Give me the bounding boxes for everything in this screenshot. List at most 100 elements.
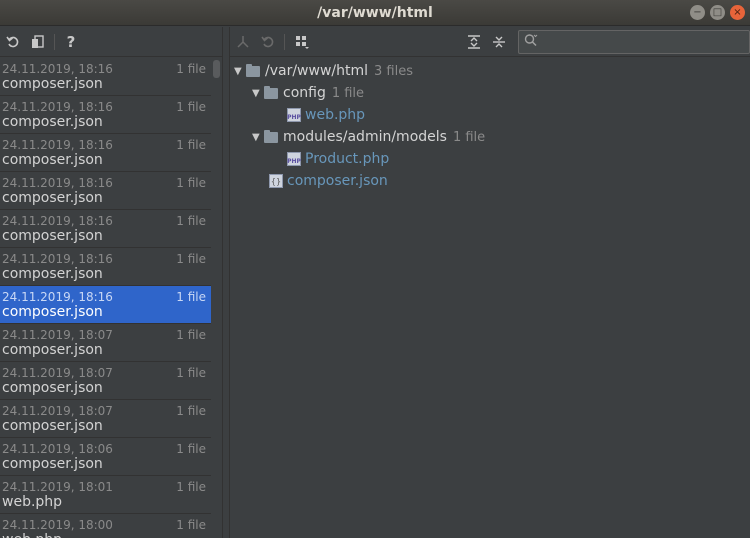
tree-file-product-php[interactable]: PHP Product.php: [287, 148, 389, 170]
tree-toolbar: [230, 27, 750, 57]
tree-node-count: 3 files: [374, 63, 413, 79]
history-row-date: 24.11.2019, 18:16: [2, 100, 113, 114]
history-toolbar: ?: [0, 27, 222, 57]
create-patch-button[interactable]: [28, 32, 48, 52]
search-input[interactable]: [545, 33, 745, 51]
history-row[interactable]: 24.11.2019, 18:16 1 file composer.json: [0, 58, 211, 96]
history-list[interactable]: 24.11.2019, 18:16 1 file composer.json 24.1…: [0, 58, 211, 538]
history-row-count: 1 file: [176, 366, 206, 380]
title-bar: /var/www/html − □ ×: [0, 0, 750, 26]
expand-arrow-icon[interactable]: ▼: [252, 88, 264, 99]
history-row-count: 1 file: [176, 176, 206, 190]
php-file-icon: PHP: [287, 108, 301, 122]
search-icon: [524, 33, 538, 51]
panel-splitter[interactable]: [222, 27, 230, 538]
help-button[interactable]: ?: [61, 32, 81, 52]
undo-icon: [261, 36, 274, 48]
php-file-icon: PHP: [287, 152, 301, 166]
history-row-filename: composer.json: [2, 76, 103, 92]
tree-node-count: 1 file: [331, 85, 365, 101]
history-row[interactable]: 24.11.2019, 18:16 1 file composer.json: [0, 248, 211, 286]
tree-node-label: /var/www/html: [265, 63, 369, 79]
history-row-filename: web.php: [2, 494, 63, 510]
history-row-date: 24.11.2019, 18:06: [2, 442, 113, 456]
history-row-count: 1 file: [176, 214, 206, 228]
maximize-button[interactable]: □: [710, 5, 725, 20]
history-row-date: 24.11.2019, 18:16: [2, 176, 113, 190]
history-row[interactable]: 24.11.2019, 18:07 1 file composer.json: [0, 324, 211, 362]
expand-arrow-icon[interactable]: ▼: [252, 132, 264, 143]
history-row[interactable]: 24.11.2019, 18:16 1 file composer.json: [0, 210, 211, 248]
history-row-filename: composer.json: [2, 380, 103, 396]
folder-icon: [246, 63, 260, 77]
tree-node-config[interactable]: ▼ config 1 file: [252, 82, 364, 104]
history-row-filename: web.php: [2, 532, 62, 538]
expand-arrow-icon[interactable]: ▼: [234, 66, 246, 77]
merge-icon: [237, 36, 249, 48]
history-row-count: 1 file: [176, 100, 206, 114]
history-row[interactable]: 24.11.2019, 18:16 1 file composer.json: [0, 96, 211, 134]
close-button[interactable]: ×: [730, 5, 745, 20]
tree-node-count: 1 file: [452, 129, 486, 145]
revert-selected-button[interactable]: [258, 32, 278, 52]
history-row[interactable]: 24.11.2019, 18:16 1 file composer.json: [0, 134, 211, 172]
tree-file-composer-json[interactable]: {} composer.json: [269, 170, 388, 192]
folder-icon: [264, 85, 278, 99]
window-title: /var/www/html: [317, 5, 433, 21]
history-row-count: 1 file: [176, 138, 206, 152]
history-row[interactable]: 24.11.2019, 18:06 1 file composer.json: [0, 438, 211, 476]
json-file-icon: {}: [269, 174, 283, 188]
tree-file-label: Product.php: [305, 151, 390, 167]
history-row-count: 1 file: [176, 442, 206, 456]
history-row-count: 1 file: [176, 404, 206, 418]
tree-file-label: composer.json: [287, 173, 388, 189]
minimize-button[interactable]: −: [690, 5, 705, 20]
search-box[interactable]: [518, 30, 750, 54]
history-row-count: 1 file: [176, 328, 206, 342]
history-row-filename: composer.json: [2, 266, 103, 282]
history-row[interactable]: 24.11.2019, 18:16 1 file composer.json: [0, 172, 211, 210]
history-row-count: 1 file: [176, 480, 206, 494]
folder-icon: [264, 129, 278, 143]
history-row-date: 24.11.2019, 18:01: [2, 480, 113, 494]
group-by-icon: [296, 36, 309, 49]
history-row-filename: composer.json: [2, 456, 103, 472]
history-row-count: 1 file: [176, 62, 206, 76]
history-row-date: 24.11.2019, 18:07: [2, 328, 113, 342]
history-row-date: 24.11.2019, 18:16: [2, 138, 113, 152]
history-row[interactable]: 24.11.2019, 18:07 1 file composer.json: [0, 362, 211, 400]
collapse-all-icon: [493, 36, 505, 48]
history-row[interactable]: 24.11.2019, 18:00 1 file web.php: [0, 514, 211, 538]
history-row-count: 1 file: [176, 252, 206, 266]
toolbar-separator: [54, 34, 55, 50]
history-scrollbar[interactable]: [211, 58, 222, 538]
history-row-count: 1 file: [176, 518, 206, 532]
revert-button[interactable]: [3, 32, 23, 52]
undo-icon: [6, 36, 19, 48]
scrollbar-thumb[interactable]: [213, 60, 220, 78]
history-row[interactable]: 24.11.2019, 18:16 1 file composer.json: [0, 286, 211, 324]
history-row[interactable]: 24.11.2019, 18:07 1 file composer.json: [0, 400, 211, 438]
history-row-date: 24.11.2019, 18:16: [2, 62, 113, 76]
history-row-filename: composer.json: [2, 152, 103, 168]
history-row-date: 24.11.2019, 18:16: [2, 290, 113, 304]
history-row-filename: composer.json: [2, 228, 103, 244]
collapse-all-button[interactable]: [489, 32, 509, 52]
history-row-filename: composer.json: [2, 114, 103, 130]
expand-all-button[interactable]: [464, 32, 484, 52]
history-row-date: 24.11.2019, 18:07: [2, 404, 113, 418]
group-by-button[interactable]: [292, 32, 312, 52]
history-row-count: 1 file: [176, 290, 206, 304]
history-row[interactable]: 24.11.2019, 18:01 1 file web.php: [0, 476, 211, 514]
tree-file-web-php[interactable]: PHP web.php: [287, 104, 365, 126]
merge-button[interactable]: [233, 32, 253, 52]
tree-node-label: config: [283, 85, 326, 101]
history-row-filename: composer.json: [2, 342, 103, 358]
tree-node-models[interactable]: ▼ modules/admin/models 1 file: [252, 126, 485, 148]
patch-icon: [32, 35, 44, 48]
history-row-date: 24.11.2019, 18:00: [2, 518, 113, 532]
toolbar-separator: [284, 34, 285, 50]
tree-file-label: web.php: [305, 107, 366, 123]
tree-node-root[interactable]: ▼ /var/www/html 3 files: [234, 60, 413, 82]
history-row-filename: composer.json: [2, 190, 103, 206]
